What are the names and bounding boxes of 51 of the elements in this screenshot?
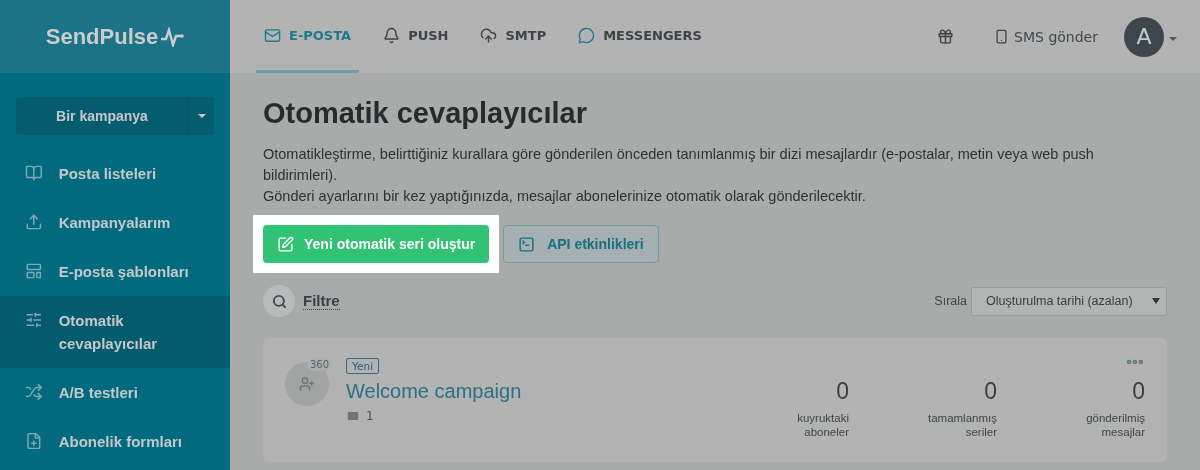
nav-tab[interactable]: E-POSTA <box>256 0 360 73</box>
stat-value: 0 <box>836 378 849 405</box>
user-plus-icon <box>299 376 315 392</box>
sidebar-item[interactable]: A/B testleri <box>0 368 230 417</box>
subscriber-count: 360 <box>307 358 333 371</box>
sort-select[interactable]: Oluşturulma tarihi (azalan) <box>971 286 1167 316</box>
search-icon <box>271 293 287 309</box>
user-avatar[interactable]: A <box>1124 16 1164 57</box>
shuffle-icon <box>25 383 43 401</box>
sort-label: Sırala <box>934 294 967 308</box>
sidebar-item[interactable]: E-posta şablonları <box>0 247 230 296</box>
nav-tab[interactable]: MESSENGERS <box>570 0 710 73</box>
sidebar-item[interactable]: Kampanyalarım <box>0 198 230 247</box>
pulse-icon <box>160 26 185 47</box>
sidebar-item[interactable]: Posta listeleri <box>0 149 230 198</box>
gift-icon[interactable] <box>937 28 955 45</box>
sms-link[interactable]: SMS gönder <box>994 0 1098 73</box>
logo-text: SendPulse <box>45 23 159 50</box>
bell-icon <box>383 26 401 44</box>
sidebar-item[interactable]: Abonelik formları <box>0 417 230 466</box>
api-events-button[interactable]: API etkinlikleri <box>503 225 659 263</box>
page-title: Otomatik cevaplayıcılar <box>263 97 588 130</box>
edit-icon <box>277 235 294 253</box>
description-text: Otomatikleştirme, belirttiğiniz kurallara göre gönderilen önceden tanımlanmış bir dizi mesajlardır (e-postalar, metin veya web push bildirimleri). <box>263 145 1095 185</box>
terminal-icon <box>518 235 536 253</box>
template-icon <box>25 262 43 280</box>
cloud-upload-icon <box>480 26 498 44</box>
phone-icon <box>994 29 1010 44</box>
sliders-icon <box>25 311 43 329</box>
stat-label: tamamlanmış seriler <box>927 411 997 439</box>
nav-tab[interactable]: PUSH <box>375 0 457 73</box>
stat-value: 0 <box>984 378 997 405</box>
stat-value: 0 <box>1132 378 1145 405</box>
caret-icon <box>1168 35 1178 42</box>
description-text: Gönderi ayarlarını bir kez yaptığınızda, mesajlar abonelerinize otomatik olarak gönderilecektir. <box>263 187 867 206</box>
book-icon <box>25 164 43 182</box>
message-count: 1 <box>346 409 374 423</box>
form-icon <box>25 432 43 450</box>
caret-icon <box>1152 298 1160 304</box>
filter-link[interactable]: Filtre <box>303 292 340 310</box>
search-button[interactable] <box>263 285 295 317</box>
upload-tray-icon <box>25 213 43 231</box>
stat-label: kuyruktaki aboneler <box>796 411 849 439</box>
series-title[interactable]: Welcome campaign <box>346 380 522 403</box>
caret-icon <box>196 113 207 119</box>
stat-label: gönderilmiş mesajlar <box>1085 411 1145 439</box>
chat-bubble-icon <box>578 26 596 44</box>
sidebar-item[interactable]: Otomatik cevaplayıcılar <box>0 296 230 368</box>
status-badge: Yeni <box>346 358 380 374</box>
create-series-button[interactable]: Yeni otomatik seri oluştur <box>263 225 490 263</box>
nav-tab[interactable]: SMTP <box>472 0 555 73</box>
